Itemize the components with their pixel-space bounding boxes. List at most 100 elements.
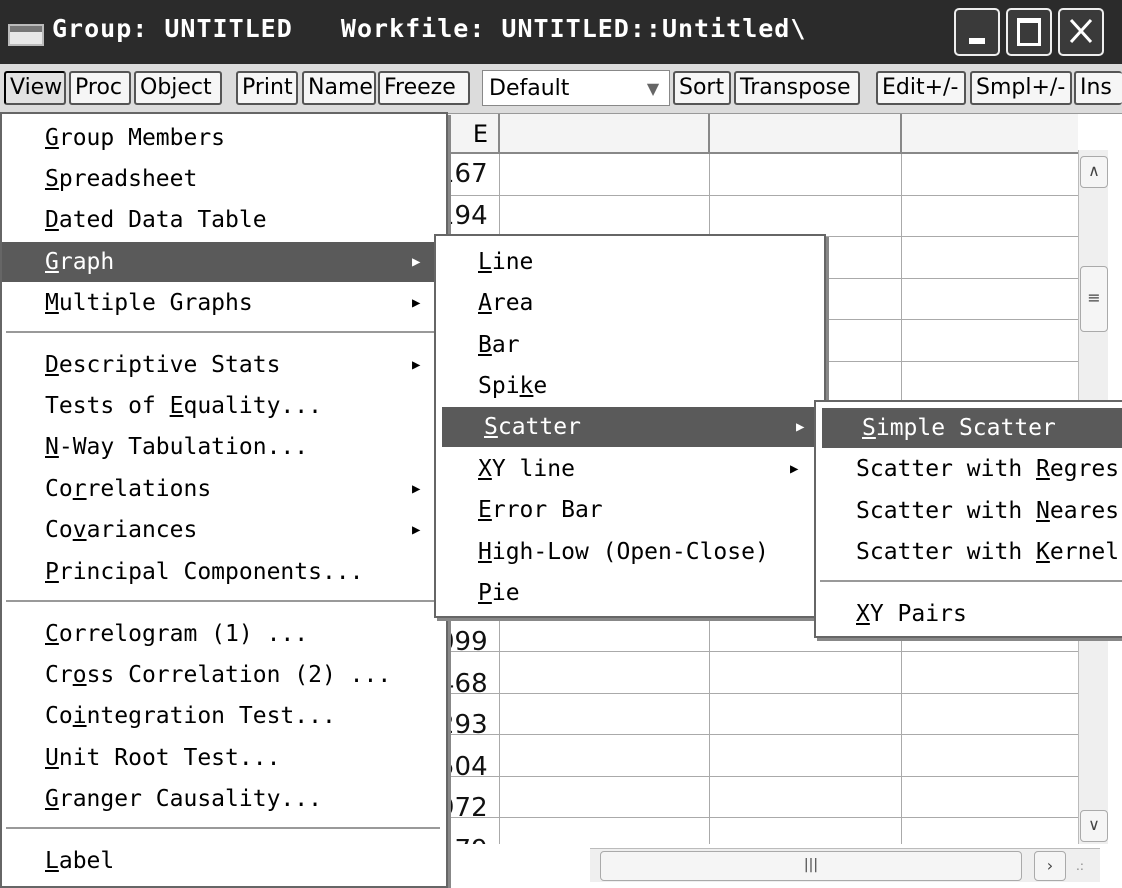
menu-item-label: Correlogram (1) ...	[45, 621, 309, 647]
grid-cell[interactable]	[710, 818, 902, 844]
edit-button[interactable]: Edit+/-	[876, 71, 966, 105]
grid-cell[interactable]	[500, 818, 710, 844]
grid-cell[interactable]	[902, 362, 1078, 403]
menu-item-label: Graph	[45, 249, 115, 275]
menu-item-scatter-with-kernel[interactable]: Scatter with Kernel	[816, 532, 1122, 572]
minimize-button[interactable]	[954, 8, 1000, 56]
scroll-thumb[interactable]: ≡	[1080, 266, 1108, 332]
menu-item-label[interactable]: Label	[2, 841, 446, 881]
grid-cell-value[interactable]: 167	[444, 154, 494, 196]
scroll-down-button[interactable]: ∨	[1080, 810, 1108, 842]
menu-item-unit-root-test[interactable]: Unit Root Test...	[2, 738, 446, 778]
ins-button[interactable]: Ins	[1074, 71, 1122, 105]
menu-item-high-low[interactable]: High-Low (Open-Close)	[436, 532, 824, 572]
menu-item-pie[interactable]: Pie	[436, 573, 824, 613]
menu-item-correlogram[interactable]: Correlogram (1) ...	[2, 614, 446, 654]
grid-cell[interactable]	[710, 693, 902, 735]
hscroll-thumb[interactable]: |||	[600, 851, 1022, 881]
menu-item-spreadsheet[interactable]: Spreadsheet	[2, 159, 446, 199]
grid-cell[interactable]	[710, 154, 902, 196]
grid-cell[interactable]	[500, 154, 710, 196]
menu-item-bar[interactable]: Bar	[436, 325, 824, 365]
menu-item-xy-line[interactable]: XY line ▶	[436, 449, 824, 489]
grid-cell[interactable]	[710, 735, 902, 777]
scroll-right-button[interactable]: ›	[1034, 851, 1066, 881]
grid-cell-value[interactable]: 504	[444, 747, 494, 789]
menu-item-dated-data-table[interactable]: Dated Data Table	[2, 200, 446, 240]
grid-cell[interactable]	[710, 195, 902, 237]
grid-cell[interactable]	[902, 237, 1078, 279]
menu-item-covariances[interactable]: Covariances ▶	[2, 510, 446, 550]
grid-cell[interactable]	[902, 154, 1078, 196]
menu-item-multiple-graphs[interactable]: Multiple Graphs ▶	[2, 283, 446, 323]
name-button[interactable]: Name	[302, 71, 376, 105]
grid-cell-value[interactable]: 479	[444, 830, 494, 845]
menu-item-xy-pairs[interactable]: XY Pairs	[816, 594, 1122, 634]
grid-cell-value[interactable]: 194	[444, 196, 494, 238]
menu-item-tests-of-equality[interactable]: Tests of Equality...	[2, 386, 446, 426]
menu-item-granger-causality[interactable]: Granger Causality...	[2, 779, 446, 819]
menu-item-label: High-Low (Open-Close)	[478, 539, 769, 565]
menu-item-label: Spreadsheet	[45, 166, 198, 192]
column-header-e[interactable]: E	[444, 114, 500, 154]
horizontal-scrollbar[interactable]: ||| › .:	[590, 848, 1100, 882]
object-button[interactable]: Object	[134, 71, 222, 105]
freeze-button[interactable]: Freeze	[378, 71, 470, 105]
grid-cell-value[interactable]: 468	[444, 664, 494, 706]
resize-grip-icon[interactable]: .:	[1076, 857, 1094, 875]
maximize-button[interactable]	[1006, 8, 1052, 56]
menu-item-scatter[interactable]: Scatter ▶	[442, 407, 818, 447]
menu-item-simple-scatter[interactable]: Simple Scatter	[822, 408, 1122, 448]
view-menu: Group Members Spreadsheet Dated Data Table…	[0, 112, 448, 888]
grid-cell[interactable]	[500, 195, 710, 237]
grid-cell[interactable]	[710, 652, 902, 694]
grid-cell[interactable]	[902, 735, 1078, 777]
grid-cell-value[interactable]: 972	[444, 788, 494, 830]
menu-item-scatter-with-nearest[interactable]: Scatter with Neares	[816, 491, 1122, 531]
smpl-button[interactable]: Smpl+/-	[970, 71, 1072, 105]
submenu-arrow-icon: ▶	[412, 522, 421, 538]
column-header[interactable]	[500, 114, 710, 154]
view-button[interactable]: View	[4, 71, 66, 105]
menu-item-cointegration-test[interactable]: Cointegration Test...	[2, 696, 446, 736]
menu-item-correlations[interactable]: Correlations ▶	[2, 469, 446, 509]
menu-item-area[interactable]: Area	[436, 283, 824, 323]
chevron-down-icon[interactable]: ▼	[641, 77, 665, 101]
print-button[interactable]: Print	[236, 71, 298, 105]
app-icon[interactable]	[8, 24, 44, 46]
column-header[interactable]	[902, 114, 1078, 154]
grid-cell[interactable]	[500, 735, 710, 777]
menu-item-principal-components[interactable]: Principal Components...	[2, 552, 446, 592]
menu-item-descriptive-stats[interactable]: Descriptive Stats ▶	[2, 345, 446, 385]
grid-cell-value[interactable]: 099	[444, 622, 494, 664]
transpose-button[interactable]: Transpose	[734, 71, 860, 105]
column-header[interactable]	[710, 114, 902, 154]
grid-cell[interactable]	[902, 279, 1078, 320]
menu-item-spike[interactable]: Spike	[436, 366, 824, 406]
menu-item-error-bar[interactable]: Error Bar	[436, 490, 824, 530]
grid-cell[interactable]	[902, 777, 1078, 818]
grid-cell[interactable]	[500, 693, 710, 735]
menu-item-group-members[interactable]: Group Members	[2, 118, 446, 158]
grid-cell[interactable]	[710, 776, 902, 818]
display-format-select[interactable]: Default ▼	[482, 70, 670, 106]
grid-cell[interactable]	[902, 320, 1078, 362]
grid-cell[interactable]	[902, 818, 1078, 844]
grid-cell[interactable]	[902, 652, 1078, 694]
sort-button[interactable]: Sort	[673, 71, 731, 105]
grid-cell[interactable]	[500, 776, 710, 818]
grid-cell[interactable]	[902, 694, 1078, 735]
menu-item-graph[interactable]: Graph ▶	[2, 242, 446, 282]
close-button[interactable]	[1058, 8, 1104, 56]
scroll-up-button[interactable]: ∧	[1080, 156, 1108, 188]
menu-item-n-way-tabulation[interactable]: N-Way Tabulation...	[2, 427, 446, 467]
grid-cell-value[interactable]: 293	[444, 705, 494, 747]
menu-item-line[interactable]: Line	[436, 242, 824, 282]
grid-cell[interactable]	[902, 196, 1078, 237]
menu-item-scatter-with-regression[interactable]: Scatter with Regres	[816, 449, 1122, 489]
grid-cell[interactable]	[500, 652, 710, 694]
menu-item-cross-correlation[interactable]: Cross Correlation (2) ...	[2, 655, 446, 695]
menu-item-label: Scatter with Kernel	[856, 539, 1120, 565]
menu-separator	[820, 580, 1122, 583]
proc-button[interactable]: Proc	[69, 71, 131, 105]
